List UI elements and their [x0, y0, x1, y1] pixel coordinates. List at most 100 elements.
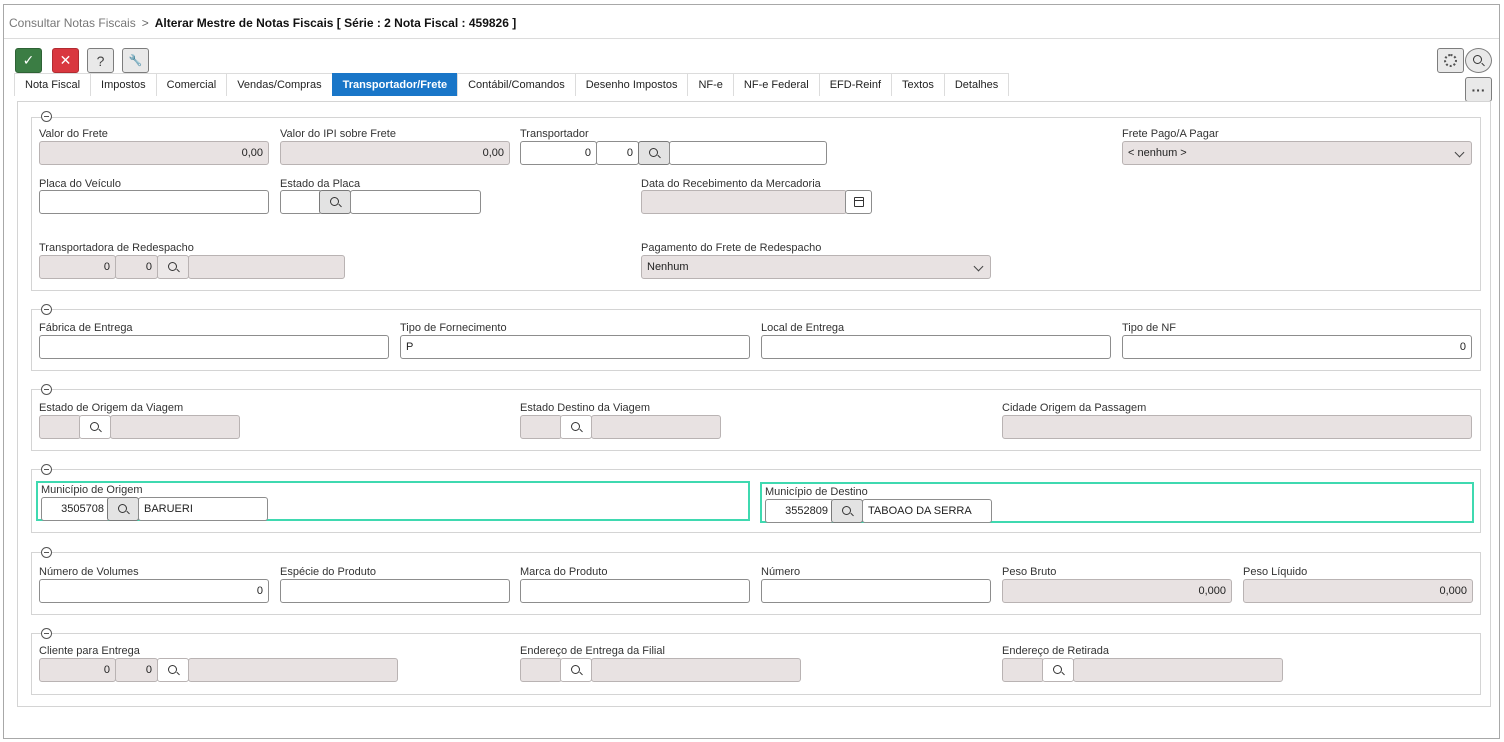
transportador-name-field[interactable] — [669, 141, 827, 165]
peso-bruto-field[interactable]: 0,000 — [1002, 579, 1232, 603]
tab-detalhes[interactable]: Detalhes — [943, 73, 1010, 96]
placa-label: Placa do Veículo — [39, 178, 121, 190]
tab-nota-fiscal[interactable]: Nota Fiscal — [14, 73, 92, 96]
peso-liquido-label: Peso Líquido — [1243, 566, 1308, 578]
collapse-icon[interactable] — [41, 628, 52, 639]
cliente-entrega-search-button[interactable] — [157, 658, 189, 682]
transportador-code-field[interactable]: 0 — [520, 141, 597, 165]
transportador-label: Transportador — [520, 128, 589, 140]
municipio-origem-code-field[interactable]: 3505708 — [41, 497, 110, 521]
valor-frete-label: Valor do Frete — [39, 128, 108, 140]
collapse-icon[interactable] — [41, 464, 52, 475]
volumes-field[interactable]: 0 — [39, 579, 269, 603]
cidade-origem-field[interactable] — [1002, 415, 1472, 439]
peso-bruto-label: Peso Bruto — [1002, 566, 1057, 578]
municipio-origem-name-field[interactable]: BARUERI — [138, 497, 268, 521]
tipo-fornecimento-field[interactable]: P — [400, 335, 750, 359]
confirm-button[interactable]: ✓ — [15, 48, 42, 73]
endereco-filial-code-field[interactable] — [520, 658, 562, 682]
municipio-origem-search-button[interactable] — [107, 497, 139, 521]
cancel-button[interactable]: ✕ — [52, 48, 79, 73]
estado-placa-code-field[interactable] — [280, 190, 322, 214]
cliente-entrega-name-field[interactable] — [188, 658, 398, 682]
destino-viagem-name-field[interactable] — [591, 415, 721, 439]
municipio-origem-label: Município de Origem — [41, 484, 143, 496]
redespacho-code-field[interactable]: 0 — [39, 255, 116, 279]
tab-bar: Nota Fiscal Impostos Comercial Vendas/Co… — [14, 73, 1010, 96]
collapse-icon[interactable] — [41, 547, 52, 558]
chevron-down-icon — [973, 261, 984, 272]
search-icon — [167, 664, 177, 674]
cliente-entrega-label: Cliente para Entrega — [39, 645, 140, 657]
endereco-retirada-label: Endereço de Retirada — [1002, 645, 1110, 657]
endereco-filial-label: Endereço de Entrega da Filial — [520, 645, 665, 657]
wrench-icon: 🔧 — [128, 55, 143, 67]
origem-viagem-name-field[interactable] — [110, 415, 240, 439]
tab-transportador-frete[interactable]: Transportador/Frete — [331, 73, 459, 96]
estado-placa-search-button[interactable] — [319, 190, 351, 214]
especie-field[interactable] — [280, 579, 510, 603]
tab-textos[interactable]: Textos — [891, 73, 945, 96]
transportador-search-button[interactable] — [638, 141, 670, 165]
settings-button[interactable] — [1437, 48, 1464, 73]
search-button[interactable] — [1465, 48, 1492, 73]
question-icon: ? — [96, 52, 105, 69]
breadcrumb-parent-link[interactable]: Consultar Notas Fiscais — [9, 16, 136, 30]
tipo-fornecimento-label: Tipo de Fornecimento — [400, 322, 507, 334]
municipio-destino-code-field[interactable]: 3552809 — [765, 499, 834, 523]
endereco-filial-search-button[interactable] — [560, 658, 592, 682]
origem-viagem-search-button[interactable] — [79, 415, 111, 439]
marca-label: Marca do Produto — [520, 566, 608, 578]
tab-contabil-comandos[interactable]: Contábil/Comandos — [457, 73, 576, 96]
peso-liquido-field[interactable]: 0,000 — [1243, 579, 1473, 603]
destino-viagem-code-field[interactable] — [520, 415, 562, 439]
municipio-destino-name-field[interactable]: TABOAO DA SERRA — [862, 499, 992, 523]
collapse-icon[interactable] — [41, 111, 52, 122]
valor-ipi-field[interactable]: 0,00 — [280, 141, 510, 165]
local-entrega-label: Local de Entrega — [761, 322, 845, 334]
search-icon — [89, 421, 99, 431]
municipio-destino-search-button[interactable] — [831, 499, 863, 523]
tab-nfe[interactable]: NF-e — [687, 73, 734, 96]
estado-placa-name-field[interactable] — [350, 190, 481, 214]
collapse-icon[interactable] — [41, 304, 52, 315]
tab-impostos[interactable]: Impostos — [90, 73, 157, 96]
tab-vendas-compras[interactable]: Vendas/Compras — [226, 73, 333, 96]
endereco-retirada-name-field[interactable] — [1073, 658, 1283, 682]
data-recebimento-label: Data do Recebimento da Mercadoria — [641, 178, 821, 190]
fabrica-field[interactable] — [39, 335, 389, 359]
tipo-nf-field[interactable]: 0 — [1122, 335, 1472, 359]
pag-redespacho-select[interactable]: Nenhum — [641, 255, 991, 279]
redespacho-search-button[interactable] — [157, 255, 189, 279]
tab-efd-reinf[interactable]: EFD-Reinf — [818, 73, 893, 96]
redespacho-name-field[interactable] — [188, 255, 345, 279]
local-entrega-field[interactable] — [761, 335, 1111, 359]
help-button[interactable]: ? — [87, 48, 114, 73]
placa-field[interactable] — [39, 190, 269, 214]
tab-comercial[interactable]: Comercial — [155, 73, 228, 96]
destino-viagem-label: Estado Destino da Viagem — [520, 402, 651, 414]
search-icon — [841, 505, 851, 515]
transportador-branch-field[interactable]: 0 — [596, 141, 639, 165]
marca-field[interactable] — [520, 579, 750, 603]
page-title: Alterar Mestre de Notas Fiscais [ Série … — [154, 16, 517, 30]
tab-desenho-impostos[interactable]: Desenho Impostos — [574, 73, 689, 96]
data-recebimento-field[interactable] — [641, 190, 847, 214]
tools-button[interactable]: 🔧 — [122, 48, 149, 73]
destino-viagem-search-button[interactable] — [560, 415, 592, 439]
frete-pago-select[interactable]: < nenhum > — [1122, 141, 1472, 165]
tab-nfe-federal[interactable]: NF-e Federal — [732, 73, 820, 96]
numero-label: Número — [761, 566, 801, 578]
date-picker-button[interactable] — [845, 190, 872, 214]
endereco-retirada-search-button[interactable] — [1042, 658, 1074, 682]
endereco-filial-name-field[interactable] — [591, 658, 801, 682]
more-options-button[interactable]: ··· — [1465, 77, 1492, 102]
origem-viagem-code-field[interactable] — [39, 415, 81, 439]
endereco-retirada-code-field[interactable] — [1002, 658, 1044, 682]
numero-field[interactable] — [761, 579, 991, 603]
cliente-entrega-branch-field[interactable]: 0 — [115, 658, 158, 682]
cliente-entrega-code-field[interactable]: 0 — [39, 658, 116, 682]
valor-frete-field[interactable]: 0,00 — [39, 141, 269, 165]
collapse-icon[interactable] — [41, 384, 52, 395]
redespacho-branch-field[interactable]: 0 — [115, 255, 158, 279]
